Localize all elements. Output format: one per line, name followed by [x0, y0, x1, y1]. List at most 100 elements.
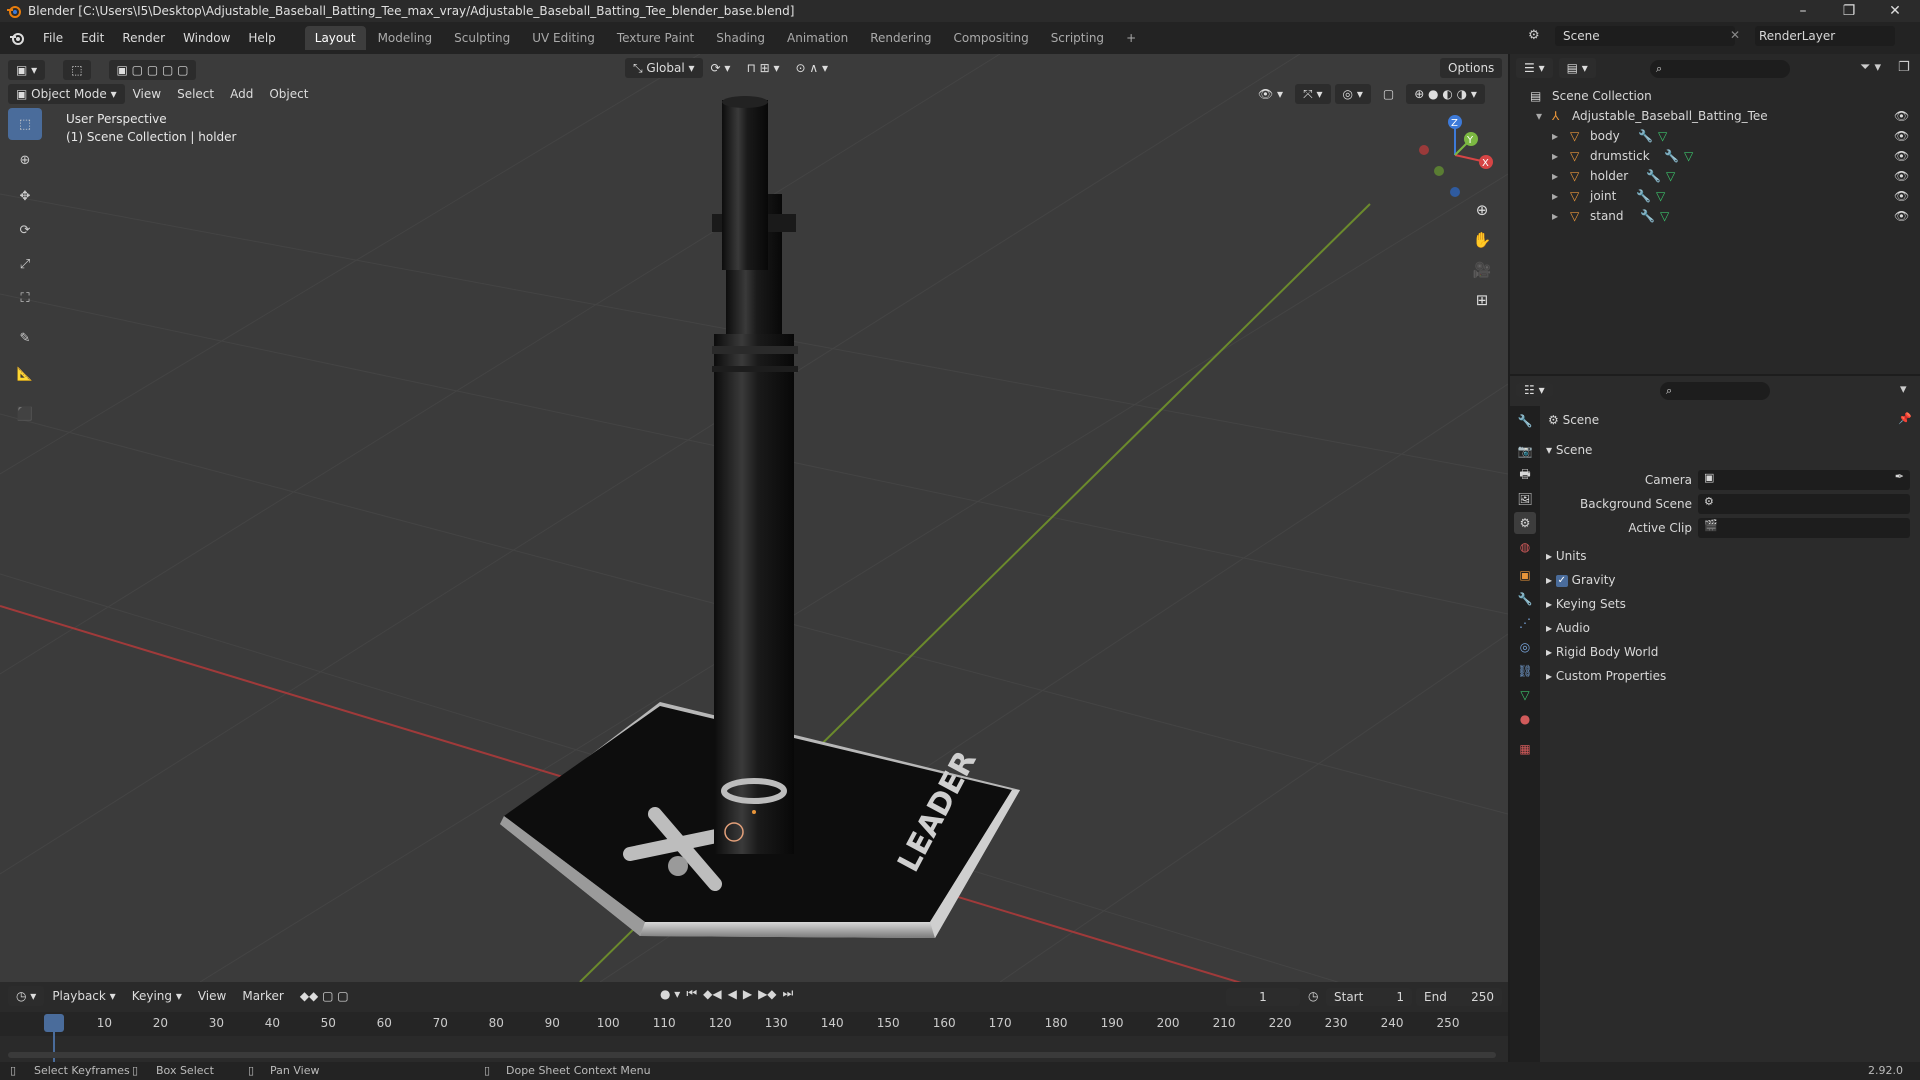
modifier-tab-icon[interactable]: 🔧 — [1514, 588, 1536, 610]
mesh-data-icon[interactable]: ▽ — [1660, 206, 1669, 226]
minimize-button[interactable]: – — [1780, 0, 1826, 22]
outliner-editor-type-icon[interactable]: ☰ ▾ — [1516, 58, 1553, 78]
camera-field[interactable]: ▣ ✒ — [1698, 470, 1910, 490]
world-tab-icon[interactable]: ◍ — [1514, 536, 1536, 558]
transform-orientation-dropdown[interactable]: ⤡ Global ▾ — [625, 58, 703, 78]
shading-mode-icons[interactable]: ⊕ ● ◐ ◑ ▾ — [1406, 84, 1485, 104]
pan-view-icon[interactable]: ✋ — [1468, 226, 1496, 254]
visibility-eye-icon[interactable]: 👁 — [1894, 166, 1909, 186]
visibility-eye-icon[interactable]: 👁 — [1894, 186, 1909, 206]
3d-viewport[interactable]: LEADER ▣ ▾ ⬚ ▣ ▢ ▢ ▢ ▢ ⤡ Global ▾ ⟳ ▾ ⊓ … — [0, 54, 1508, 982]
close-window-button[interactable]: ✕ — [1872, 0, 1918, 22]
properties-options-icon[interactable]: ▾ — [1900, 382, 1907, 397]
menu-add[interactable]: Add — [222, 84, 261, 104]
scene-remove-icon[interactable]: ✕ — [1730, 28, 1740, 42]
annotate-tool-icon[interactable]: ✎ — [8, 322, 42, 354]
cursor-tool-icon[interactable]: ⊕ — [8, 144, 42, 176]
render-layer-field[interactable]: RenderLayer — [1755, 26, 1895, 46]
object-tab-icon[interactable]: ▣ — [1514, 564, 1536, 586]
constraints-tab-icon[interactable]: ⛓ — [1514, 660, 1536, 682]
gravity-checkbox[interactable]: ✓ — [1555, 574, 1568, 587]
overlay-toggle-icon[interactable]: ◎ ▾ — [1334, 84, 1371, 104]
modifier-wrench-icon[interactable]: 🔧 — [1636, 186, 1651, 206]
modifier-wrench-icon[interactable]: 🔧 — [1664, 146, 1679, 166]
physics-tab-icon[interactable]: ◎ — [1514, 636, 1536, 658]
select-tool-dropdown[interactable]: ⬚ — [63, 60, 91, 80]
outliner-row-drumstick[interactable]: ▸ ▽ drumstick 🔧 ▽ 👁 — [1510, 146, 1920, 166]
menu-select[interactable]: Select — [169, 84, 222, 104]
proportional-edit-icon[interactable]: ⊙ ∧ ▾ — [788, 58, 837, 78]
units-panel-header[interactable]: ▸ Units — [1546, 546, 1587, 566]
zoom-view-icon[interactable]: ⊕ — [1468, 196, 1496, 224]
workspace-tab-animation[interactable]: Animation — [777, 26, 858, 50]
background-scene-field[interactable]: ⚙ — [1698, 494, 1910, 514]
mesh-data-icon[interactable]: ▽ — [1656, 186, 1665, 206]
custom-properties-panel-header[interactable]: ▸ Custom Properties — [1546, 666, 1666, 686]
output-tab-icon[interactable]: 🖶 — [1514, 464, 1536, 486]
workspace-tab-rendering[interactable]: Rendering — [860, 26, 941, 50]
outliner-row-scene-collection[interactable]: ▤ Scene Collection — [1510, 86, 1920, 106]
modifier-wrench-icon[interactable]: 🔧 — [1640, 206, 1655, 226]
add-cube-tool-icon[interactable]: ⬛ — [8, 398, 42, 430]
view-layer-tab-icon[interactable]: 🖼 — [1514, 488, 1536, 510]
expand-arrow-icon[interactable]: ▸ — [1552, 186, 1558, 206]
workspace-tab-sculpting[interactable]: Sculpting — [444, 26, 520, 50]
visibility-eye-icon[interactable]: 👁 — [1894, 106, 1909, 126]
menu-window[interactable]: Window — [174, 26, 239, 50]
expand-arrow-icon[interactable]: ▸ — [1552, 146, 1558, 166]
properties-editor-type-icon[interactable]: ☷ ▾ — [1516, 383, 1553, 397]
render-tab-icon[interactable]: 📷 — [1514, 440, 1536, 462]
texture-tab-icon[interactable]: ▦ — [1514, 738, 1536, 760]
workspace-tab-scripting[interactable]: Scripting — [1041, 26, 1114, 50]
mesh-data-icon[interactable]: ▽ — [1658, 126, 1667, 146]
pivot-point-icon[interactable]: ⟳ ▾ — [703, 58, 739, 78]
expand-arrow-icon[interactable]: ▾ — [1536, 106, 1542, 126]
gravity-panel-header[interactable]: ▸ ✓ Gravity — [1546, 570, 1616, 590]
measure-tool-icon[interactable]: 📐 — [8, 358, 42, 390]
visibility-icon[interactable]: 👁 ▾ — [1250, 84, 1291, 104]
pin-icon[interactable]: 📌 — [1898, 412, 1912, 425]
visibility-eye-icon[interactable]: 👁 — [1894, 206, 1909, 226]
viewport-options-button[interactable]: Options — [1440, 58, 1503, 78]
mesh-data-icon[interactable]: ▽ — [1666, 166, 1675, 186]
playhead[interactable] — [44, 1014, 64, 1032]
rotate-tool-icon[interactable]: ⟳ — [8, 214, 42, 246]
workspace-tab-shading[interactable]: Shading — [706, 26, 775, 50]
keying-sets-panel-header[interactable]: ▸ Keying Sets — [1546, 594, 1626, 614]
menu-edit[interactable]: Edit — [72, 26, 113, 50]
camera-view-icon[interactable]: 🎥 — [1468, 256, 1496, 284]
outliner-row-stand[interactable]: ▸ ▽ stand 🔧 ▽ 👁 — [1510, 206, 1920, 226]
navigation-gizmo[interactable]: Z X Y — [1410, 110, 1500, 200]
outliner-row-body[interactable]: ▸ ▽ body 🔧 ▽ 👁 — [1510, 126, 1920, 146]
outliner-search-input[interactable]: ⌕ — [1650, 60, 1790, 78]
outliner-row-holder[interactable]: ▸ ▽ holder 🔧 ▽ 👁 — [1510, 166, 1920, 186]
timeline-scrollbar[interactable] — [8, 1052, 1496, 1058]
blender-menu-icon[interactable] — [0, 30, 34, 46]
display-mode-icon[interactable]: ▤ ▾ — [1558, 58, 1596, 78]
scene-panel-header[interactable]: ▾ Scene — [1546, 440, 1592, 460]
workspace-tab-compositing[interactable]: Compositing — [943, 26, 1038, 50]
editor-type-button[interactable]: ▣ ▾ — [8, 60, 46, 80]
menu-render[interactable]: Render — [113, 26, 174, 50]
data-tab-icon[interactable]: ▽ — [1514, 684, 1536, 706]
tool-tab-icon[interactable]: 🔧 — [1514, 410, 1536, 432]
object-mode-dropdown[interactable]: ▣ Object Mode ▾ — [8, 84, 125, 104]
workspace-tab-texture-paint[interactable]: Texture Paint — [607, 26, 704, 50]
eyedropper-icon[interactable]: ✒ — [1895, 470, 1910, 483]
select-box-tool-icon[interactable]: ⬚ — [8, 108, 42, 140]
filter-icon[interactable]: ⏷ ▾ — [1860, 60, 1881, 75]
expand-arrow-icon[interactable]: ▸ — [1552, 206, 1558, 226]
scene-selector-icon[interactable]: ⚙ — [1528, 28, 1540, 43]
particles-tab-icon[interactable]: ⋰ — [1514, 612, 1536, 634]
outliner-row-collection[interactable]: ▾ ⅄ Adjustable_Baseball_Batting_Tee 👁 — [1510, 106, 1920, 126]
workspace-tab-layout[interactable]: Layout — [304, 26, 366, 50]
expand-arrow-icon[interactable]: ▸ — [1552, 166, 1558, 186]
menu-object[interactable]: Object — [261, 84, 316, 104]
audio-panel-header[interactable]: ▸ Audio — [1546, 618, 1590, 638]
scale-tool-icon[interactable]: ⤢ — [8, 248, 42, 280]
properties-search-input[interactable]: ⌕ — [1660, 382, 1770, 400]
outliner-row-joint[interactable]: ▸ ▽ joint 🔧 ▽ 👁 — [1510, 186, 1920, 206]
new-collection-icon[interactable]: ❐ — [1898, 60, 1910, 75]
visibility-eye-icon[interactable]: 👁 — [1894, 146, 1909, 166]
selection-mode-buttons[interactable]: ▣ ▢ ▢ ▢ ▢ — [108, 60, 197, 80]
